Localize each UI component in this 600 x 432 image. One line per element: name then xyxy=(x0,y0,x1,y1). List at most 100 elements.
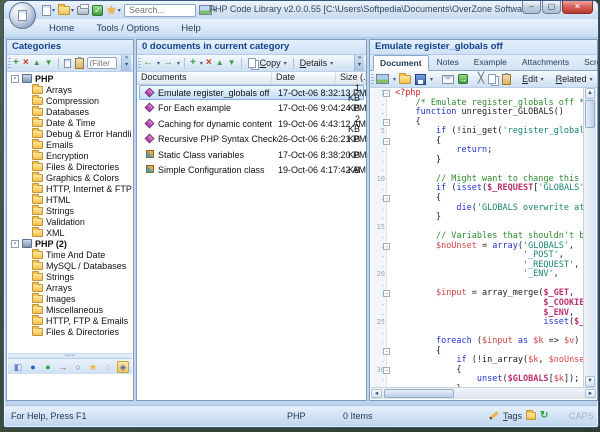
app-menu-orb[interactable] xyxy=(9,2,36,29)
fold-icon[interactable]: - xyxy=(383,243,390,250)
search-icon[interactable]: ○ xyxy=(72,362,84,372)
forward-button[interactable]: → xyxy=(162,57,174,69)
add-category-button[interactable]: + xyxy=(12,57,20,69)
cut-button[interactable]: ╳ xyxy=(477,74,485,84)
tree-item[interactable]: HTML xyxy=(8,194,132,205)
table-row[interactable]: Simple Configuration class19-Oct-06 4:17… xyxy=(137,163,366,179)
fold-icon[interactable]: - xyxy=(383,138,390,145)
tree-item[interactable]: Images xyxy=(8,293,132,304)
tree-item[interactable]: Miscellaneous xyxy=(8,304,132,315)
tree-item[interactable]: Graphics & Colors xyxy=(8,172,132,183)
tree-item[interactable]: Encryption xyxy=(8,150,132,161)
copy-button[interactable] xyxy=(487,74,499,84)
scroll-down-icon[interactable]: ▼ xyxy=(585,376,595,387)
close-button[interactable]: ✕ xyxy=(562,1,593,14)
menu-item-help[interactable]: Help xyxy=(172,21,210,36)
copy-button[interactable]: Copy▾ xyxy=(246,58,289,68)
fold-icon[interactable]: - xyxy=(383,90,390,97)
tree-item[interactable]: Files & Directories xyxy=(8,326,132,337)
scroll-left-icon[interactable]: ◄ xyxy=(371,389,382,398)
scroll-right-icon[interactable]: ► xyxy=(585,389,596,398)
vertical-scrollbar[interactable]: ▲ ▼ xyxy=(583,88,596,387)
edit-button[interactable]: Edit▾ xyxy=(520,74,546,84)
add-document-button[interactable]: + xyxy=(189,57,197,69)
tags-button[interactable]: Tags xyxy=(503,411,522,421)
tree-root-item[interactable]: -PHP (2) xyxy=(8,238,132,249)
details-button[interactable]: Details▾ xyxy=(298,58,336,68)
paste-button[interactable] xyxy=(501,74,512,85)
import-button[interactable]: ✓ xyxy=(92,4,103,17)
open-button[interactable]: ▾ xyxy=(58,4,74,17)
paste-button[interactable] xyxy=(74,58,85,69)
move-up-button[interactable]: ▲ xyxy=(215,57,225,69)
tab-attachments[interactable]: Attachments xyxy=(515,54,576,70)
collapse-icon[interactable]: - xyxy=(11,240,19,248)
view-mode-button[interactable] xyxy=(375,74,390,84)
save-button[interactable] xyxy=(414,74,427,85)
move-down-button[interactable]: ▼ xyxy=(227,57,237,69)
table-row[interactable]: For Each example17-Oct-06 9:04:24 PMKB xyxy=(137,101,366,117)
tree-item[interactable]: Date & Time xyxy=(8,117,132,128)
tree-item[interactable]: Debug & Error Handling xyxy=(8,128,132,139)
favorites-button[interactable]: ★▾ xyxy=(106,4,121,17)
globe-icon[interactable]: ● xyxy=(42,362,54,372)
open-button[interactable] xyxy=(398,75,412,84)
tree-item[interactable]: HTTP, Internet & FTP xyxy=(8,183,132,194)
table-row[interactable]: Static Class variables17-Oct-06 8:38:20 … xyxy=(137,147,366,163)
back-button[interactable]: ← xyxy=(142,57,154,69)
collapse-icon[interactable]: - xyxy=(11,75,19,83)
tree-item[interactable]: Databases xyxy=(8,106,132,117)
toolbar-overflow-button[interactable]: »▾ xyxy=(121,55,131,71)
menu-item-home[interactable]: Home xyxy=(40,21,83,36)
tree-item[interactable]: Files & Directories xyxy=(8,161,132,172)
toolbar-overflow-button[interactable]: »▾ xyxy=(354,55,364,71)
scroll-thumb[interactable] xyxy=(585,100,595,128)
table-row[interactable]: Recursive PHP Syntax Checker26-Oct-06 6:… xyxy=(137,132,366,148)
table-row[interactable]: Caching for dynamic content19-Oct-06 4:4… xyxy=(137,116,366,132)
menu-item-tools-options[interactable]: Tools / Options xyxy=(87,21,168,36)
tree-item[interactable]: Emails xyxy=(8,139,132,150)
search-input[interactable] xyxy=(124,4,196,17)
tree-item[interactable]: Arrays xyxy=(8,84,132,95)
send-mail-button[interactable] xyxy=(441,75,455,84)
folder-icon[interactable] xyxy=(526,412,536,420)
zoom-icon[interactable]: ◌ xyxy=(102,362,114,372)
tab-notes[interactable]: Notes xyxy=(430,54,466,70)
tree-item[interactable]: Strings xyxy=(8,271,132,282)
tree-root-item[interactable]: -PHP xyxy=(8,73,132,84)
fold-icon[interactable]: - xyxy=(383,195,390,202)
tree-item[interactable]: Arrays xyxy=(8,282,132,293)
tab-document[interactable]: Document xyxy=(373,55,429,71)
tree-item[interactable]: Compression xyxy=(8,95,132,106)
code-editor[interactable]: 1-<?php. /* Emulate register_globals off… xyxy=(371,88,596,387)
tab-example[interactable]: Example xyxy=(467,54,514,70)
tree-item[interactable]: Strings xyxy=(8,205,132,216)
shortcut-icon[interactable]: ◧ xyxy=(12,362,24,372)
tree-item[interactable]: Validation xyxy=(8,216,132,227)
fold-icon[interactable]: - xyxy=(383,348,390,355)
new-document-button[interactable]: ▾ xyxy=(42,4,55,17)
tree-item[interactable]: Time And Date xyxy=(8,249,132,260)
fold-icon[interactable]: - xyxy=(383,119,390,126)
export-button[interactable]: → xyxy=(457,74,469,84)
toolbar-overflow-button[interactable]: »▾ xyxy=(597,71,599,87)
star-icon[interactable]: ★ xyxy=(87,362,99,372)
maximize-button[interactable]: ▢ xyxy=(542,1,561,14)
scroll-thumb[interactable] xyxy=(384,389,454,398)
tree-item[interactable]: MySQL / Databases xyxy=(8,260,132,271)
print-button[interactable] xyxy=(77,4,89,17)
delete-category-button[interactable]: × xyxy=(22,57,30,69)
filter-input[interactable] xyxy=(87,57,117,69)
scroll-up-icon[interactable]: ▲ xyxy=(585,88,595,99)
column-date[interactable]: Date xyxy=(272,72,336,84)
tree-item[interactable]: XML xyxy=(8,227,132,238)
table-row[interactable]: Emulate register_globals off17-Oct-06 8:… xyxy=(137,85,366,101)
tree-item[interactable]: HTTP, FTP & Emails xyxy=(8,315,132,326)
fold-icon[interactable]: - xyxy=(383,367,390,374)
horizontal-scrollbar[interactable]: ◄ ► xyxy=(371,387,596,399)
goto-icon[interactable]: → xyxy=(57,362,69,372)
refresh-icon[interactable]: ↻ xyxy=(540,410,548,421)
rename-button[interactable] xyxy=(63,59,72,68)
move-up-button[interactable]: ▲ xyxy=(32,57,42,69)
minimize-button[interactable]: – xyxy=(522,1,541,14)
